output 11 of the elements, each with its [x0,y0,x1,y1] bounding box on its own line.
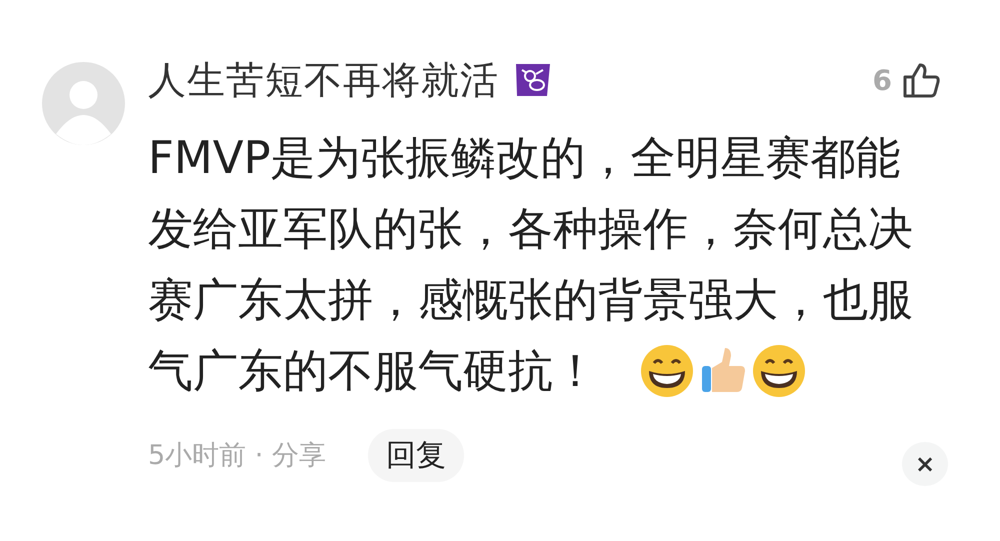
comment-text: 赛广东太拼，感慨张的背景强大，也服 [148,272,913,328]
comment-text: FMVP是为张振鳞改的，全明星赛都能 [148,130,901,186]
grinning-face-icon [752,344,806,398]
comment-text: 气广东的不服气硬抗！ [148,343,598,399]
reply-button[interactable]: 回复 [368,428,464,482]
close-button[interactable]: × [902,442,948,486]
comment-text: 发给亚军队的张，各种操作，奈何总决 [148,201,913,257]
author-name[interactable]: 人生苦短不再将就活 [148,54,499,106]
timestamp: 5小时前 · 分享 [148,439,326,473]
grinning-face-icon [640,344,694,398]
like-count: 6 [872,64,892,96]
